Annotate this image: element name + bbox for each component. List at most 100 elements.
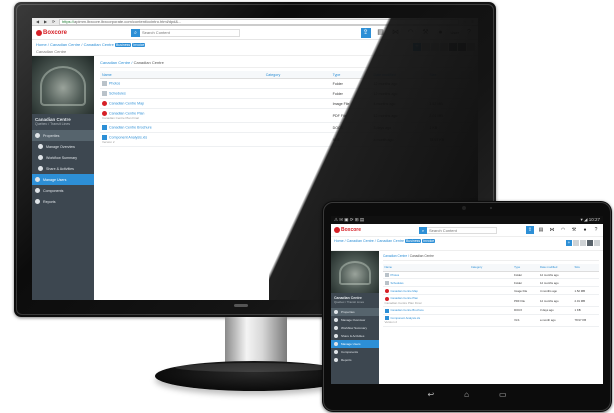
table-row[interactable]: Photos Folder 12 months ago (100, 78, 472, 89)
add-button[interactable]: + (413, 43, 421, 51)
col-date[interactable]: Date modified (538, 264, 574, 272)
file-name-link[interactable]: Photos (391, 273, 400, 277)
sidebar-item-reports[interactable]: Reports (331, 356, 379, 364)
col-type[interactable]: Type (330, 71, 372, 79)
file-name-link[interactable]: Canadian Centre Plan (391, 296, 419, 300)
col-category[interactable]: Category (469, 264, 513, 272)
user-icon[interactable]: ● (436, 28, 446, 38)
crumb-current[interactable]: Canadian Centre (84, 42, 114, 47)
file-name-link[interactable]: Canadian Centre Map (391, 289, 418, 293)
sidebar-item-properties[interactable]: Properties (32, 130, 94, 141)
search-icon[interactable]: ⌕ (131, 28, 141, 37)
speedometer-icon[interactable]: ◠ (559, 226, 567, 234)
file-name-link[interactable]: Canadian Centre Map (109, 101, 144, 105)
wrench-icon[interactable]: ⚒ (570, 226, 578, 234)
table-row[interactable]: Canadian Centre Plan Canadian Centre Plan… (383, 294, 599, 308)
sidebar-item-users[interactable]: Manage Users (32, 174, 94, 185)
star-icon[interactable]: ☆ (462, 19, 467, 24)
file-name-link[interactable]: Canadian Centre Brochure (391, 308, 424, 312)
sidebar-item-overview[interactable]: Manage Overview (331, 316, 379, 324)
home-icon[interactable]: ⌂ (464, 390, 469, 399)
user-icon[interactable]: ● (581, 226, 589, 234)
sidebar-item-components[interactable]: Components (32, 185, 94, 196)
upload-icon[interactable]: ⇪ (360, 27, 371, 38)
cell-type: PDF File (330, 108, 372, 123)
user-label[interactable]: User (451, 30, 459, 35)
col-name[interactable]: Name (100, 71, 264, 79)
crumb-home[interactable]: Home (334, 239, 344, 243)
add-button[interactable]: + (566, 240, 572, 246)
path-root[interactable]: Canadian Centre (100, 60, 130, 65)
logo[interactable]: Boxcore (36, 29, 68, 36)
sidebar: Canadian Centre Quebec / Transit Lines P… (32, 56, 94, 300)
sidebar-item-share[interactable]: Share & Activities (32, 163, 94, 174)
col-date[interactable]: Date modified (371, 71, 428, 79)
sidebar-item-share[interactable]: Share & Activities (331, 332, 379, 340)
sidebar-item-reports[interactable]: Reports (32, 196, 94, 207)
share-button[interactable] (587, 240, 593, 246)
col-name[interactable]: Name (383, 264, 470, 272)
search-input[interactable] (427, 226, 498, 234)
delete-button[interactable] (594, 240, 600, 246)
crumb-centre[interactable]: Canadian Centre (347, 239, 374, 243)
table-row[interactable]: Photos Folder 12 months ago (383, 271, 599, 280)
table-row[interactable]: Canadian Centre Map Image File 4 months ag… (383, 286, 599, 296)
upload-icon[interactable]: ⇪ (526, 226, 534, 234)
copy-button[interactable] (440, 43, 448, 51)
table-row[interactable]: Canadian Centre Plan Canadian Centre Plan… (100, 108, 472, 123)
arrow-left-icon[interactable]: ◀ (35, 19, 40, 24)
table-row[interactable]: Schedules Folder 12 months ago (100, 88, 472, 99)
file-name-link[interactable]: Canadian Centre Plan (109, 111, 144, 115)
recents-icon[interactable]: ▭ (499, 390, 507, 399)
edit-button[interactable] (573, 240, 579, 246)
share-icon[interactable]: ⋈ (548, 226, 556, 234)
file-name-link[interactable]: Photos (109, 81, 120, 85)
file-name-link[interactable]: Schedules (109, 91, 126, 95)
file-name-link[interactable]: Schedules (391, 281, 404, 285)
speedometer-icon[interactable]: ◠ (406, 28, 416, 38)
clipboard-icon[interactable]: ▤ (376, 28, 386, 38)
menu-icon[interactable]: ≡ (470, 19, 475, 24)
table-row[interactable]: Canadian Centre Brochure DOCX 3 days ago 1 … (383, 306, 599, 315)
delete-button[interactable] (467, 43, 475, 51)
download-button[interactable] (458, 43, 466, 51)
edit-button[interactable] (422, 43, 430, 51)
col-size[interactable]: Size (427, 71, 472, 79)
logo[interactable]: Boxcore (334, 227, 361, 233)
sidebar-item-users[interactable]: Manage Users (331, 340, 379, 348)
wrench-icon[interactable]: ⚒ (421, 28, 431, 38)
col-size[interactable]: Size (573, 264, 599, 272)
search-icon[interactable]: ⌕ (419, 226, 428, 234)
clipboard-icon[interactable]: ▤ (537, 226, 545, 234)
back-icon[interactable]: ↩ (427, 390, 434, 399)
sidebar-item-workflow[interactable]: Workflow Summary (32, 152, 94, 163)
sidebar-item-components[interactable]: Components (331, 348, 379, 356)
path-root[interactable]: Canadian Centre (383, 254, 407, 258)
sidebar-item-overview[interactable]: Manage Overview (32, 141, 94, 152)
search-input[interactable] (140, 28, 241, 37)
col-category[interactable]: Category (263, 71, 331, 79)
help-icon[interactable]: ? (464, 28, 474, 38)
table-row[interactable]: Component Analysis.xls Version 2 XLS a mont… (100, 132, 472, 147)
arrow-right-icon[interactable]: ▶ (43, 19, 48, 24)
crumb-home[interactable]: Home (36, 42, 47, 47)
file-name-link[interactable]: Canadian Centre Brochure (109, 125, 152, 129)
table-row[interactable]: Schedules Folder 12 months ago (383, 278, 599, 288)
crumb-centre[interactable]: Canadian Centre (50, 42, 80, 47)
sidebar-item-properties[interactable]: Properties (331, 308, 379, 316)
table-row[interactable]: Canadian Centre Map Image File 4 months ag… (100, 98, 472, 109)
address-bar[interactable]: https:// apimm.lbxcore.lbxcorporate.com/… (59, 18, 459, 25)
sidebar-item-workflow[interactable]: Workflow Summary (331, 324, 379, 332)
logo-text: Boxcore (43, 29, 68, 36)
share-button[interactable] (449, 43, 457, 51)
table-row[interactable]: Component Analysis.xls Version 2 XLS a mont… (383, 314, 599, 327)
reload-icon[interactable]: ⟳ (51, 19, 56, 24)
crumb-current[interactable]: Canadian Centre (377, 239, 404, 243)
move-button[interactable] (431, 43, 439, 51)
table-row[interactable]: Canadian Centre Brochure DOCX 3 days ago 1 … (100, 122, 472, 133)
file-name-link[interactable]: Component Analysis.xls (109, 135, 147, 139)
col-type[interactable]: Type (512, 264, 539, 272)
move-button[interactable] (580, 240, 586, 246)
share-icon[interactable]: ⋈ (391, 28, 401, 38)
help-icon[interactable]: ? (592, 226, 600, 234)
